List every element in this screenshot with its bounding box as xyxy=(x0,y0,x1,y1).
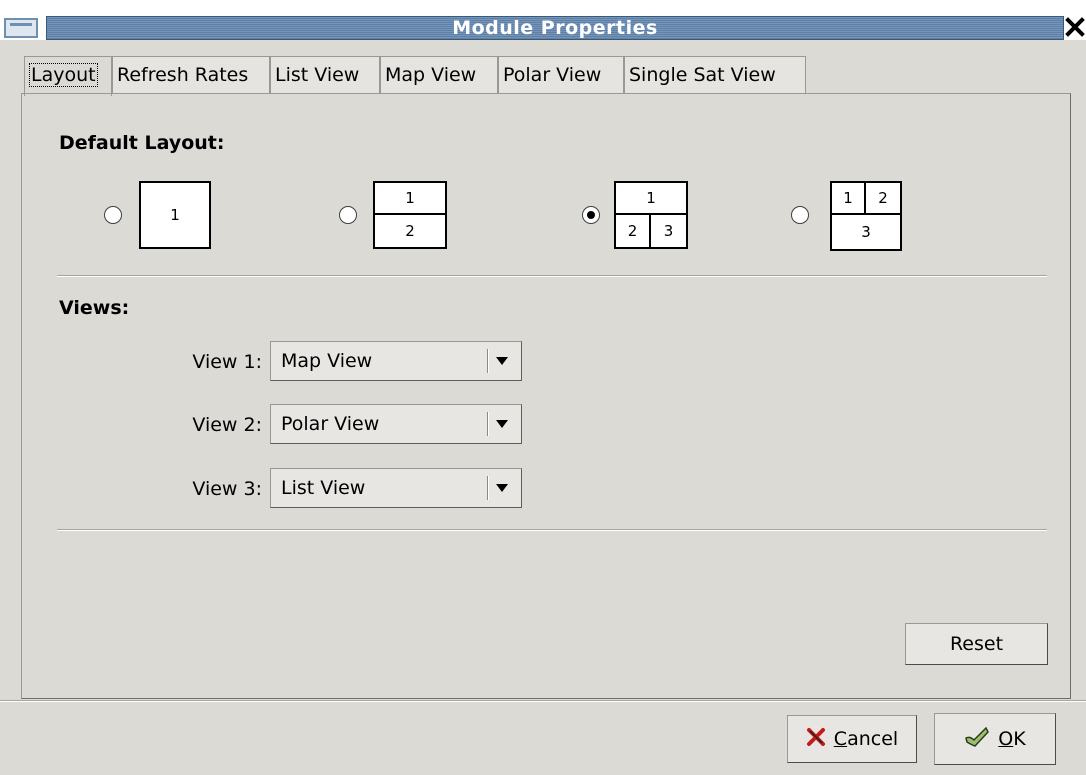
layout-cell: 3 xyxy=(861,223,871,241)
view-1-value: Map View xyxy=(281,350,373,372)
layout-radio-4[interactable] xyxy=(791,206,809,224)
views-heading: Views: xyxy=(59,297,130,319)
layout-preview-1[interactable]: 1 xyxy=(139,181,211,249)
tab-single-sat-view[interactable]: Single Sat View xyxy=(624,56,806,94)
view-2-dropdown[interactable]: Polar View xyxy=(270,404,522,444)
layout-cell: 1 xyxy=(170,206,180,224)
reset-label: Reset xyxy=(949,633,1004,655)
separator xyxy=(57,275,1047,277)
close-icon[interactable] xyxy=(1064,14,1086,40)
default-layout-heading: Default Layout: xyxy=(59,132,225,154)
layout-cell: 1 xyxy=(616,183,686,215)
reset-button[interactable]: Reset xyxy=(905,623,1048,665)
cancel-label: Cancel xyxy=(833,728,899,750)
chevron-down-icon xyxy=(496,420,508,428)
tab-list-view[interactable]: List View xyxy=(270,56,380,94)
layout-preview-4[interactable]: 1 2 3 xyxy=(830,181,902,251)
dropdown-divider-highlight xyxy=(488,476,489,500)
tab-polar-view[interactable]: Polar View xyxy=(498,56,624,94)
layout-radio-1[interactable] xyxy=(104,206,122,224)
ok-button[interactable]: OK xyxy=(934,713,1056,765)
window-menu-icon[interactable] xyxy=(4,18,38,38)
title-bar: Module Properties xyxy=(0,0,1086,40)
layout-cell: 1 xyxy=(832,183,866,215)
tab-layout[interactable]: Layout xyxy=(24,56,112,96)
layout-preview-2[interactable]: 1 2 xyxy=(373,181,447,249)
view-2-label: View 2: xyxy=(192,414,262,436)
layout-cell: 2 xyxy=(405,222,415,240)
view-3-dropdown[interactable]: List View xyxy=(270,468,522,508)
dropdown-divider-highlight xyxy=(488,349,489,373)
chevron-down-icon xyxy=(496,357,508,365)
view-2-value: Polar View xyxy=(281,413,380,435)
layout-cell: 2 xyxy=(616,215,651,247)
dialog-separator xyxy=(0,700,1086,702)
layout-cell: 2 xyxy=(866,183,900,215)
view-1-label: View 1: xyxy=(192,351,262,373)
window-title: Module Properties xyxy=(452,17,658,39)
view-3-label: View 3: xyxy=(192,478,262,500)
layout-radio-2[interactable] xyxy=(339,206,357,224)
layout-radio-3[interactable] xyxy=(582,206,600,224)
layout-cell: 1 xyxy=(375,183,445,215)
tab-refresh-rates[interactable]: Refresh Rates xyxy=(112,56,270,94)
check-icon xyxy=(964,726,990,753)
x-icon xyxy=(806,727,826,752)
separator xyxy=(57,529,1047,531)
chevron-down-icon xyxy=(496,484,508,492)
layout-cell: 3 xyxy=(663,222,674,240)
layout-preview-3[interactable]: 1 2 3 xyxy=(614,181,688,249)
view-3-value: List View xyxy=(281,477,366,499)
tab-map-view[interactable]: Map View xyxy=(380,56,498,94)
ok-label: OK xyxy=(998,728,1026,750)
cancel-button[interactable]: Cancel xyxy=(787,715,917,763)
dropdown-divider-highlight xyxy=(488,412,489,436)
view-1-dropdown[interactable]: Map View xyxy=(270,341,522,381)
